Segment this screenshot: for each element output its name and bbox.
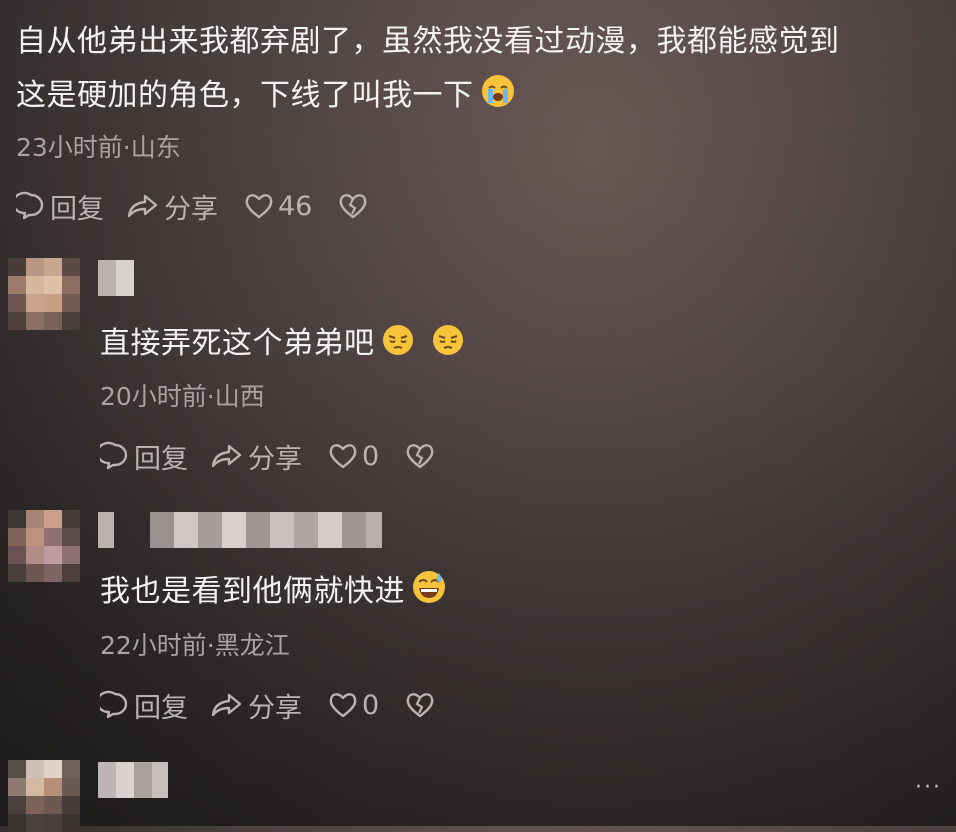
comment-2-like-button[interactable]: 0 <box>328 441 379 472</box>
share-arrow-icon <box>210 441 244 471</box>
comment-3-like-button[interactable]: 0 <box>328 690 379 721</box>
comment-1-actions: 回复 分享 46 <box>16 186 368 226</box>
broken-heart-icon <box>405 691 435 719</box>
comment-1-text-line1: 自从他弟出来我都弃剧了，虽然我没看过动漫，我都能感觉到 <box>16 24 840 59</box>
broken-heart-icon <box>338 192 368 220</box>
comment-2-username-blurred[interactable] <box>98 260 134 296</box>
comment-1-like-button[interactable]: 46 <box>244 191 312 222</box>
comment-2-actions: 回复 分享 0 <box>100 436 435 476</box>
comment-1-meta: 23小时前·山东 <box>16 133 181 162</box>
reply-label: 回复 <box>50 193 104 225</box>
reply-bubble-icon <box>16 191 46 221</box>
comment-2-dislike-button[interactable] <box>405 442 435 470</box>
comment-3-share-button[interactable]: 分享 <box>210 686 302 725</box>
share-label: 分享 <box>248 692 302 724</box>
comment-4-avatar[interactable] <box>8 760 80 832</box>
comment-2-reply-button[interactable]: 回复 <box>100 437 188 476</box>
comment-3-actions: 回复 分享 0 <box>100 685 435 725</box>
comment-1-text-line2-content: 这是硬加的角色，下线了叫我一下 <box>16 78 474 113</box>
comment-1-dislike-button[interactable] <box>338 192 368 220</box>
reply-label: 回复 <box>134 443 188 475</box>
like-count: 0 <box>362 689 380 721</box>
comment-3-username-blurred[interactable] <box>98 512 382 548</box>
reply-label: 回复 <box>134 692 188 724</box>
share-arrow-icon <box>126 191 160 221</box>
heart-icon <box>244 192 274 220</box>
loudly-crying-emoji-icon <box>480 72 516 127</box>
comment-2-text-line: 直接弄死这个弟弟吧 <box>100 316 465 375</box>
comment-3-meta: 22小时前·黑龙江 <box>100 631 290 660</box>
heart-icon <box>328 691 358 719</box>
comment-2-meta: 20小时前·山西 <box>100 382 265 411</box>
comment-3-avatar[interactable] <box>8 510 80 582</box>
comment-1-reply-button[interactable]: 回复 <box>16 187 104 226</box>
comment-1-share-button[interactable]: 分享 <box>126 187 218 226</box>
share-label: 分享 <box>164 193 218 225</box>
comment-3-text-line: 我也是看到他俩就快进 <box>100 564 447 623</box>
pensive-emoji-icon <box>381 320 415 375</box>
heart-icon <box>328 442 358 470</box>
grinning-sweat-emoji-icon <box>411 568 447 623</box>
share-label: 分享 <box>248 443 302 475</box>
reply-bubble-icon <box>100 690 130 720</box>
comment-3-dislike-button[interactable] <box>405 691 435 719</box>
pensive-emoji-icon-2 <box>431 320 465 375</box>
like-count: 0 <box>362 440 380 472</box>
comment-2-avatar[interactable] <box>8 258 80 330</box>
comment-2-share-button[interactable]: 分享 <box>210 437 302 476</box>
comment-1-text-line2: 这是硬加的角色，下线了叫我一下 <box>16 68 516 127</box>
broken-heart-icon <box>405 442 435 470</box>
more-options-icon[interactable]: ··· <box>915 775 942 800</box>
comment-4-username-blurred[interactable] <box>98 762 168 798</box>
share-arrow-icon <box>210 690 244 720</box>
comment-3-reply-button[interactable]: 回复 <box>100 686 188 725</box>
comment-3-text: 我也是看到他俩就快进 <box>100 574 405 609</box>
comment-2-text: 直接弄死这个弟弟吧 <box>100 326 375 361</box>
reply-bubble-icon <box>100 441 130 471</box>
like-count: 46 <box>278 190 313 222</box>
